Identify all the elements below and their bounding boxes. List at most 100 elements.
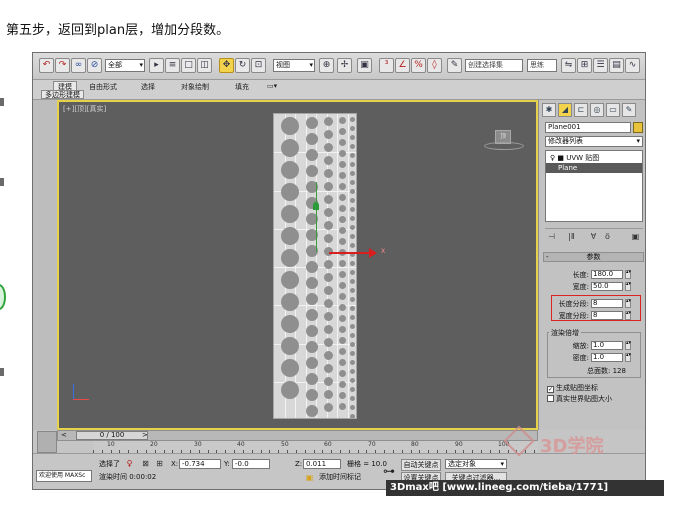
key-icon[interactable]: ⊶	[383, 464, 395, 478]
length-input[interactable]: 180.0	[591, 270, 623, 279]
time-slider[interactable]: < 0 / 100 >	[57, 430, 538, 441]
parameters-rollout-header[interactable]: - 参数	[543, 252, 644, 262]
ribbon-tab-selection[interactable]: 选择	[141, 82, 155, 92]
redo-icon[interactable]: ↷	[55, 58, 70, 73]
rect-select-icon[interactable]: □	[181, 58, 196, 73]
texture-circle	[306, 325, 318, 337]
utilities-tab-icon[interactable]: ✎	[622, 103, 636, 117]
unlink-icon[interactable]: ⊘	[87, 58, 102, 73]
ribbon-options-icon[interactable]: ▭▾	[267, 82, 277, 90]
checkbox-checked-icon[interactable]: ✓	[547, 386, 554, 393]
curve-editor-icon[interactable]: ∿	[625, 58, 640, 73]
gizmo-y-axis[interactable]	[316, 182, 317, 252]
gizmo-z-axis[interactable]	[313, 202, 319, 210]
toolbar-extra-field[interactable]: 思练	[527, 59, 557, 72]
gizmo-x-axis[interactable]	[329, 252, 373, 254]
select-manipulate-icon[interactable]: ✢	[337, 58, 352, 73]
ribbon-subtab-polygon-modeling[interactable]: 多边形建模	[41, 90, 84, 99]
collapse-icon[interactable]: -	[546, 253, 549, 261]
link-icon[interactable]: ∞	[71, 58, 86, 73]
reference-coordinate-dropdown[interactable]: 视图 ▾	[273, 59, 315, 72]
track-bar-ruler[interactable]: 10 20 30 40 50 60 70 80 90 100	[93, 441, 538, 453]
gen-mapping-coords-checkbox[interactable]: ✓ 生成贴图坐标	[547, 384, 598, 393]
maxscript-listener-field[interactable]: 欢迎使用 MAXSc	[36, 470, 92, 482]
move-icon[interactable]: ✥	[219, 58, 234, 73]
angle-snap-icon[interactable]: ∠	[395, 58, 410, 73]
real-world-map-size-checkbox[interactable]: 真实世界贴图大小	[547, 395, 612, 404]
layer-manager-icon[interactable]: ☰	[593, 58, 608, 73]
length-segs-spinner[interactable]: ▴▾	[625, 299, 631, 308]
align-icon[interactable]: ⊞	[577, 58, 592, 73]
edge-tick	[0, 98, 4, 106]
modifier-list-dropdown[interactable]: 修改器列表 ▾	[545, 136, 643, 147]
width-segs-input[interactable]: 8	[591, 311, 623, 320]
length-segs-input[interactable]: 8	[591, 299, 623, 308]
create-tab-icon[interactable]: ✱	[542, 103, 556, 117]
density-spinner[interactable]: ▴▾	[625, 353, 631, 362]
make-unique-icon[interactable]: ∀	[589, 232, 598, 241]
keyboard-shortcut-icon[interactable]: ▣	[357, 58, 372, 73]
pin-stack-icon[interactable]: ⊣	[547, 232, 556, 241]
auto-key-button[interactable]: 自动关键点	[401, 459, 441, 471]
scale-icon[interactable]: ⊡	[251, 58, 266, 73]
stack-item-label: UVW 贴图	[566, 154, 600, 162]
scale-input[interactable]: 1.0	[591, 341, 623, 350]
selection-filter-dropdown[interactable]: 全部 ▾	[105, 59, 145, 72]
undo-icon[interactable]: ↶	[39, 58, 54, 73]
snap-3d-icon[interactable]: ³	[379, 58, 394, 73]
viewport-label[interactable]: [+][顶][真实]	[63, 104, 106, 114]
ribbon-tab-freeform[interactable]: 自由形式	[89, 82, 117, 92]
time-tag-icon[interactable]: ▣	[305, 473, 314, 482]
hierarchy-tab-icon[interactable]: ⊏	[574, 103, 588, 117]
z-coordinate-input[interactable]: 0.011	[303, 459, 341, 469]
percent-snap-icon[interactable]: %	[411, 58, 426, 73]
modify-tab-icon[interactable]: ◢	[558, 103, 572, 117]
texture-circle	[306, 149, 318, 161]
absolute-mode-icon[interactable]: ⊞	[155, 459, 164, 468]
object-name-field[interactable]: Plane001	[545, 122, 631, 133]
expand-icon[interactable]: ■	[557, 154, 564, 162]
display-tab-icon[interactable]: ▭	[606, 103, 620, 117]
prev-frame-icon[interactable]: <	[61, 431, 67, 440]
selection-lock-icon[interactable]: ⊠	[141, 459, 150, 468]
ribbon-tab-object-paint[interactable]: 对象绘制	[181, 82, 209, 92]
lightbulb-icon[interactable]: ♀	[550, 154, 555, 162]
ribbon-tab-populate[interactable]: 填充	[235, 82, 249, 92]
rotate-icon[interactable]: ↻	[235, 58, 250, 73]
key-mode-selected-dropdown[interactable]: 选定对象 ▾	[445, 459, 507, 469]
select-by-name-icon[interactable]: ≡	[165, 58, 180, 73]
x-coordinate-input[interactable]: -0.734	[179, 459, 221, 469]
width-spinner[interactable]: ▴▾	[625, 282, 631, 291]
stack-item-plane[interactable]: Plane	[546, 163, 642, 173]
top-viewport[interactable]: [+][顶][真实] 顶 X	[57, 100, 538, 430]
remove-modifier-icon[interactable]: ö	[603, 232, 612, 241]
plane-object[interactable]	[273, 113, 357, 419]
density-input[interactable]: 1.0	[591, 353, 623, 362]
y-coordinate-input[interactable]: -0.0	[232, 459, 270, 469]
motion-tab-icon[interactable]: ◎	[590, 103, 604, 117]
select-object-icon[interactable]: ▸	[149, 58, 164, 73]
mirror-icon[interactable]: ⇋	[561, 58, 576, 73]
width-segs-spinner[interactable]: ▴▾	[625, 311, 631, 320]
viewcube-ring[interactable]	[484, 142, 524, 150]
edit-named-sets-icon[interactable]: ✎	[447, 58, 462, 73]
length-spinner[interactable]: ▴▾	[625, 270, 631, 279]
time-slider-thumb[interactable]: 0 / 100	[76, 431, 148, 440]
spinner-snap-icon[interactable]: ◊	[427, 58, 442, 73]
width-input[interactable]: 50.0	[591, 282, 623, 291]
scale-spinner[interactable]: ▴▾	[625, 341, 631, 350]
checkbox-unchecked-icon[interactable]	[547, 395, 554, 402]
window-crossing-icon[interactable]: ◫	[197, 58, 212, 73]
object-color-swatch[interactable]	[633, 122, 643, 133]
graphite-toggle-icon[interactable]: ▤	[609, 58, 624, 73]
named-selection-sets-input[interactable]: 创建选择集	[465, 59, 523, 72]
configure-sets-icon[interactable]: ▣	[631, 232, 640, 241]
show-end-result-icon[interactable]: |Ⅱ	[567, 232, 576, 241]
maxscript-mini-listener[interactable]	[37, 431, 57, 453]
add-time-tag-button[interactable]: 添加时间标记	[319, 472, 361, 482]
isolate-icon[interactable]: ♀	[125, 459, 134, 468]
pivot-icon[interactable]: ⊕	[319, 58, 334, 73]
stack-item-uvw-map[interactable]: ♀ ■ UVW 贴图	[546, 153, 642, 163]
next-frame-icon[interactable]: >	[142, 431, 148, 440]
gizmo-x-arrow-icon[interactable]	[369, 248, 377, 258]
